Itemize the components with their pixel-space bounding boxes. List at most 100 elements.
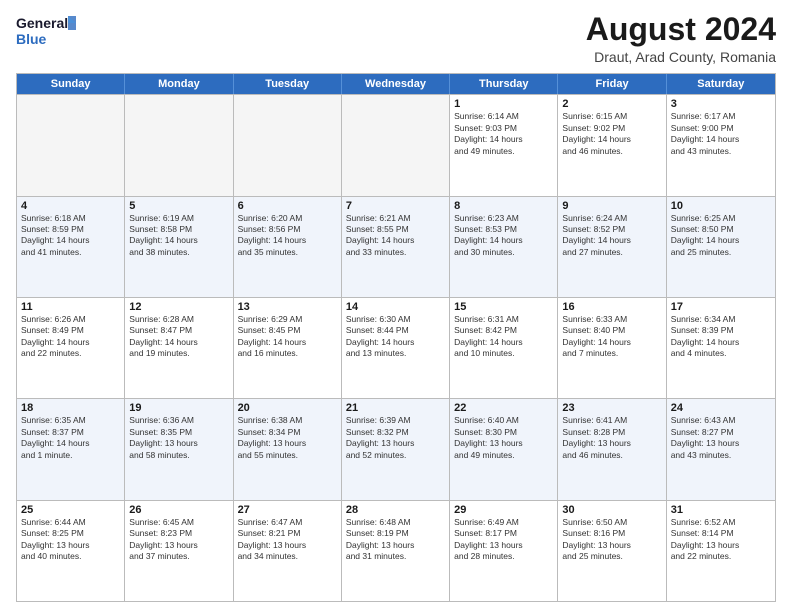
calendar-row-3: 18Sunrise: 6:35 AM Sunset: 8:37 PM Dayli… xyxy=(17,398,775,499)
day-number: 31 xyxy=(671,504,771,516)
day-info: Sunrise: 6:36 AM Sunset: 8:35 PM Dayligh… xyxy=(129,415,228,461)
day-number: 22 xyxy=(454,402,553,414)
day-cell-15: 15Sunrise: 6:31 AM Sunset: 8:42 PM Dayli… xyxy=(450,298,558,398)
day-info: Sunrise: 6:38 AM Sunset: 8:34 PM Dayligh… xyxy=(238,415,337,461)
calendar-row-0: 1Sunrise: 6:14 AM Sunset: 9:03 PM Daylig… xyxy=(17,94,775,195)
day-info: Sunrise: 6:15 AM Sunset: 9:02 PM Dayligh… xyxy=(562,111,661,157)
day-info: Sunrise: 6:34 AM Sunset: 8:39 PM Dayligh… xyxy=(671,314,771,360)
svg-text:General: General xyxy=(16,15,68,31)
header-day-monday: Monday xyxy=(125,74,233,94)
day-cell-7: 7Sunrise: 6:21 AM Sunset: 8:55 PM Daylig… xyxy=(342,197,450,297)
day-info: Sunrise: 6:24 AM Sunset: 8:52 PM Dayligh… xyxy=(562,213,661,259)
calendar-row-2: 11Sunrise: 6:26 AM Sunset: 8:49 PM Dayli… xyxy=(17,297,775,398)
main-title: August 2024 xyxy=(586,12,776,47)
day-info: Sunrise: 6:25 AM Sunset: 8:50 PM Dayligh… xyxy=(671,213,771,259)
empty-cell xyxy=(17,95,125,195)
day-number: 11 xyxy=(21,301,120,313)
day-number: 6 xyxy=(238,200,337,212)
day-cell-14: 14Sunrise: 6:30 AM Sunset: 8:44 PM Dayli… xyxy=(342,298,450,398)
day-info: Sunrise: 6:21 AM Sunset: 8:55 PM Dayligh… xyxy=(346,213,445,259)
day-cell-20: 20Sunrise: 6:38 AM Sunset: 8:34 PM Dayli… xyxy=(234,399,342,499)
day-number: 10 xyxy=(671,200,771,212)
day-number: 21 xyxy=(346,402,445,414)
day-info: Sunrise: 6:14 AM Sunset: 9:03 PM Dayligh… xyxy=(454,111,553,157)
day-info: Sunrise: 6:19 AM Sunset: 8:58 PM Dayligh… xyxy=(129,213,228,259)
day-info: Sunrise: 6:49 AM Sunset: 8:17 PM Dayligh… xyxy=(454,517,553,563)
day-cell-8: 8Sunrise: 6:23 AM Sunset: 8:53 PM Daylig… xyxy=(450,197,558,297)
header-day-sunday: Sunday xyxy=(17,74,125,94)
header-day-friday: Friday xyxy=(558,74,666,94)
day-number: 8 xyxy=(454,200,553,212)
day-info: Sunrise: 6:35 AM Sunset: 8:37 PM Dayligh… xyxy=(21,415,120,461)
day-cell-17: 17Sunrise: 6:34 AM Sunset: 8:39 PM Dayli… xyxy=(667,298,775,398)
day-number: 2 xyxy=(562,98,661,110)
day-cell-31: 31Sunrise: 6:52 AM Sunset: 8:14 PM Dayli… xyxy=(667,501,775,601)
day-cell-5: 5Sunrise: 6:19 AM Sunset: 8:58 PM Daylig… xyxy=(125,197,233,297)
day-number: 5 xyxy=(129,200,228,212)
day-number: 3 xyxy=(671,98,771,110)
day-number: 16 xyxy=(562,301,661,313)
day-number: 17 xyxy=(671,301,771,313)
day-cell-2: 2Sunrise: 6:15 AM Sunset: 9:02 PM Daylig… xyxy=(558,95,666,195)
day-info: Sunrise: 6:47 AM Sunset: 8:21 PM Dayligh… xyxy=(238,517,337,563)
day-info: Sunrise: 6:28 AM Sunset: 8:47 PM Dayligh… xyxy=(129,314,228,360)
calendar-header: SundayMondayTuesdayWednesdayThursdayFrid… xyxy=(17,74,775,94)
page: General Blue August 2024 Draut, Arad Cou… xyxy=(0,0,792,612)
day-cell-9: 9Sunrise: 6:24 AM Sunset: 8:52 PM Daylig… xyxy=(558,197,666,297)
day-cell-4: 4Sunrise: 6:18 AM Sunset: 8:59 PM Daylig… xyxy=(17,197,125,297)
empty-cell xyxy=(234,95,342,195)
day-number: 27 xyxy=(238,504,337,516)
day-cell-25: 25Sunrise: 6:44 AM Sunset: 8:25 PM Dayli… xyxy=(17,501,125,601)
day-info: Sunrise: 6:43 AM Sunset: 8:27 PM Dayligh… xyxy=(671,415,771,461)
header-day-thursday: Thursday xyxy=(450,74,558,94)
logo-svg: General Blue xyxy=(16,12,76,50)
day-info: Sunrise: 6:48 AM Sunset: 8:19 PM Dayligh… xyxy=(346,517,445,563)
day-info: Sunrise: 6:44 AM Sunset: 8:25 PM Dayligh… xyxy=(21,517,120,563)
day-info: Sunrise: 6:20 AM Sunset: 8:56 PM Dayligh… xyxy=(238,213,337,259)
day-number: 13 xyxy=(238,301,337,313)
svg-text:Blue: Blue xyxy=(16,31,47,47)
day-cell-26: 26Sunrise: 6:45 AM Sunset: 8:23 PM Dayli… xyxy=(125,501,233,601)
sub-title: Draut, Arad County, Romania xyxy=(586,49,776,65)
day-number: 9 xyxy=(562,200,661,212)
day-info: Sunrise: 6:40 AM Sunset: 8:30 PM Dayligh… xyxy=(454,415,553,461)
day-info: Sunrise: 6:33 AM Sunset: 8:40 PM Dayligh… xyxy=(562,314,661,360)
day-info: Sunrise: 6:30 AM Sunset: 8:44 PM Dayligh… xyxy=(346,314,445,360)
day-cell-1: 1Sunrise: 6:14 AM Sunset: 9:03 PM Daylig… xyxy=(450,95,558,195)
day-number: 20 xyxy=(238,402,337,414)
day-number: 28 xyxy=(346,504,445,516)
day-number: 18 xyxy=(21,402,120,414)
day-cell-24: 24Sunrise: 6:43 AM Sunset: 8:27 PM Dayli… xyxy=(667,399,775,499)
day-cell-13: 13Sunrise: 6:29 AM Sunset: 8:45 PM Dayli… xyxy=(234,298,342,398)
day-info: Sunrise: 6:52 AM Sunset: 8:14 PM Dayligh… xyxy=(671,517,771,563)
calendar-row-4: 25Sunrise: 6:44 AM Sunset: 8:25 PM Dayli… xyxy=(17,500,775,601)
day-info: Sunrise: 6:29 AM Sunset: 8:45 PM Dayligh… xyxy=(238,314,337,360)
day-cell-29: 29Sunrise: 6:49 AM Sunset: 8:17 PM Dayli… xyxy=(450,501,558,601)
header-day-saturday: Saturday xyxy=(667,74,775,94)
day-number: 23 xyxy=(562,402,661,414)
header-day-tuesday: Tuesday xyxy=(234,74,342,94)
day-number: 14 xyxy=(346,301,445,313)
day-cell-19: 19Sunrise: 6:36 AM Sunset: 8:35 PM Dayli… xyxy=(125,399,233,499)
calendar-body: 1Sunrise: 6:14 AM Sunset: 9:03 PM Daylig… xyxy=(17,94,775,601)
day-cell-28: 28Sunrise: 6:48 AM Sunset: 8:19 PM Dayli… xyxy=(342,501,450,601)
day-cell-21: 21Sunrise: 6:39 AM Sunset: 8:32 PM Dayli… xyxy=(342,399,450,499)
day-number: 12 xyxy=(129,301,228,313)
day-cell-23: 23Sunrise: 6:41 AM Sunset: 8:28 PM Dayli… xyxy=(558,399,666,499)
title-block: August 2024 Draut, Arad County, Romania xyxy=(586,12,776,65)
day-number: 4 xyxy=(21,200,120,212)
header: General Blue August 2024 Draut, Arad Cou… xyxy=(16,12,776,65)
day-info: Sunrise: 6:23 AM Sunset: 8:53 PM Dayligh… xyxy=(454,213,553,259)
day-info: Sunrise: 6:18 AM Sunset: 8:59 PM Dayligh… xyxy=(21,213,120,259)
day-cell-6: 6Sunrise: 6:20 AM Sunset: 8:56 PM Daylig… xyxy=(234,197,342,297)
empty-cell xyxy=(342,95,450,195)
day-number: 25 xyxy=(21,504,120,516)
day-cell-3: 3Sunrise: 6:17 AM Sunset: 9:00 PM Daylig… xyxy=(667,95,775,195)
day-info: Sunrise: 6:45 AM Sunset: 8:23 PM Dayligh… xyxy=(129,517,228,563)
day-cell-16: 16Sunrise: 6:33 AM Sunset: 8:40 PM Dayli… xyxy=(558,298,666,398)
day-cell-18: 18Sunrise: 6:35 AM Sunset: 8:37 PM Dayli… xyxy=(17,399,125,499)
day-number: 7 xyxy=(346,200,445,212)
day-info: Sunrise: 6:17 AM Sunset: 9:00 PM Dayligh… xyxy=(671,111,771,157)
day-info: Sunrise: 6:39 AM Sunset: 8:32 PM Dayligh… xyxy=(346,415,445,461)
day-number: 30 xyxy=(562,504,661,516)
